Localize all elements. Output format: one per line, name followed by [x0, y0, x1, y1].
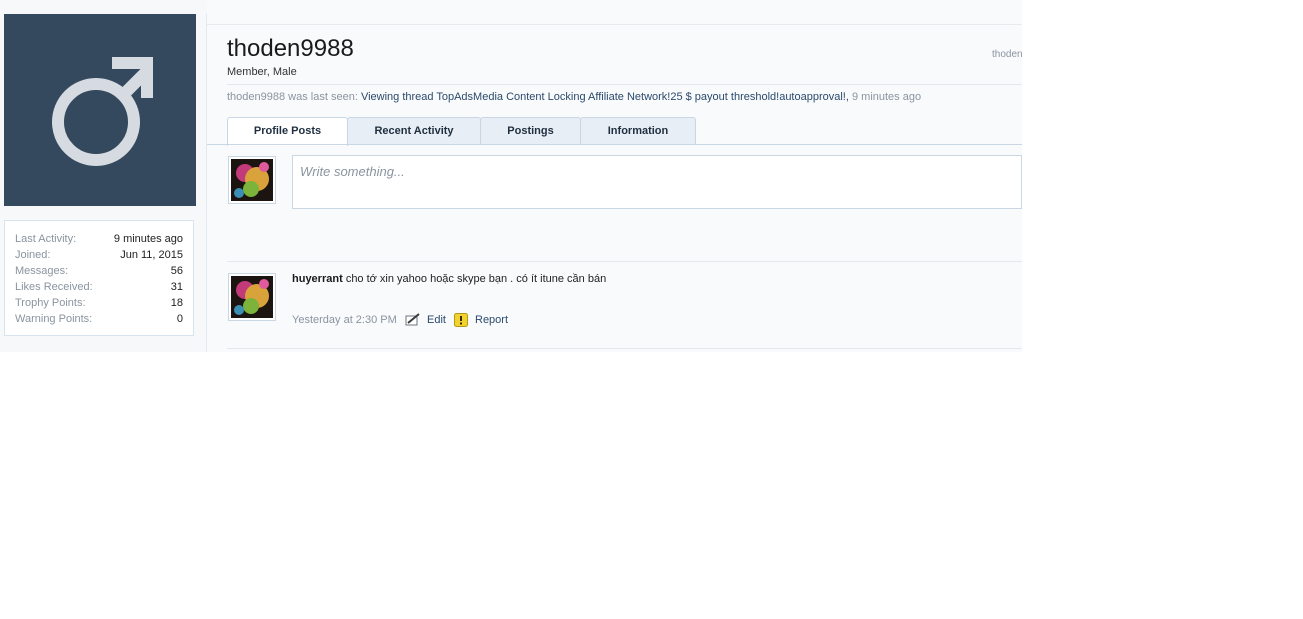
stat-last-activity: Last Activity: 9 minutes ago — [15, 231, 183, 247]
top-divider — [207, 24, 1022, 25]
write-something-input[interactable]: Write something... — [292, 155, 1022, 209]
pencil-icon — [405, 313, 420, 326]
warning-icon — [454, 313, 468, 327]
stat-label: Warning Points: — [15, 313, 93, 325]
profile-sidebar: Last Activity: 9 minutes ago Joined: Jun… — [0, 0, 206, 352]
stat-label: Last Activity: — [15, 233, 77, 245]
stat-value[interactable]: 18 — [171, 295, 183, 311]
post-author-link[interactable]: huyerrant — [292, 273, 343, 285]
stat-label: Joined: — [15, 249, 51, 261]
stat-label: Likes Received: — [15, 281, 93, 293]
profile-main: thoden9988 Member, Male thoden9988 thode… — [207, 0, 1022, 352]
last-seen-activity-link[interactable]: Viewing thread TopAdsMedia Content Locki… — [361, 91, 849, 103]
header-divider — [227, 84, 1022, 85]
profile-stats: Last Activity: 9 minutes ago Joined: Jun… — [4, 220, 194, 336]
user-title: Member, Male — [227, 66, 297, 78]
profile-page: Last Activity: 9 minutes ago Joined: Jun… — [0, 0, 1022, 352]
post-author-avatar[interactable] — [228, 273, 276, 321]
last-seen-prefix: thoden9988 was last seen: — [227, 91, 358, 103]
tab-postings[interactable]: Postings — [480, 117, 581, 145]
tabs-baseline — [207, 144, 1022, 145]
composer-avatar[interactable] — [228, 156, 276, 204]
stat-joined: Joined: Jun 11, 2015 — [15, 247, 183, 263]
user-avatar-image — [231, 276, 273, 318]
post-bottom-divider — [227, 348, 1022, 349]
post-time[interactable]: Yesterday at 2:30 PM — [292, 313, 397, 327]
tab-recent-activity[interactable]: Recent Activity — [347, 117, 481, 145]
profile-breadcrumb[interactable]: thoden9988 — [992, 49, 1022, 60]
report-link[interactable]: Report — [475, 313, 508, 327]
tab-information[interactable]: Information — [580, 117, 696, 145]
composer-placeholder: Write something... — [300, 164, 405, 179]
page-title: thoden9988 — [227, 35, 354, 62]
last-seen: thoden9988 was last seen: Viewing thread… — [227, 91, 921, 103]
user-avatar-image — [231, 159, 273, 201]
stat-value: Jun 11, 2015 — [120, 249, 183, 261]
stat-trophy-points: Trophy Points: 18 — [15, 295, 183, 311]
stat-value: 0 — [176, 313, 183, 325]
stat-label: Messages: — [15, 265, 69, 277]
profile-post: huyerrant cho tớ xin yahoo hoặc skype bạ… — [292, 273, 606, 285]
stat-value[interactable]: 56 — [171, 263, 183, 279]
stat-label: Trophy Points: — [15, 297, 86, 309]
profile-avatar[interactable] — [4, 14, 196, 206]
post-divider — [227, 261, 1022, 262]
stat-messages: Messages: 56 — [15, 263, 183, 279]
post-message: cho tớ xin yahoo hoặc skype bạn . có ít … — [345, 273, 607, 285]
edit-link[interactable]: Edit — [427, 313, 446, 327]
stat-value: 9 minutes ago — [113, 233, 183, 245]
stat-likes-received: Likes Received: 31 — [15, 279, 183, 295]
male-symbol-icon — [52, 57, 153, 166]
stat-warning-points: Warning Points: 0 — [15, 311, 183, 327]
stat-value: 31 — [170, 281, 183, 293]
last-seen-time: 9 minutes ago — [851, 91, 922, 103]
tab-profile-posts[interactable]: Profile Posts — [227, 117, 348, 146]
